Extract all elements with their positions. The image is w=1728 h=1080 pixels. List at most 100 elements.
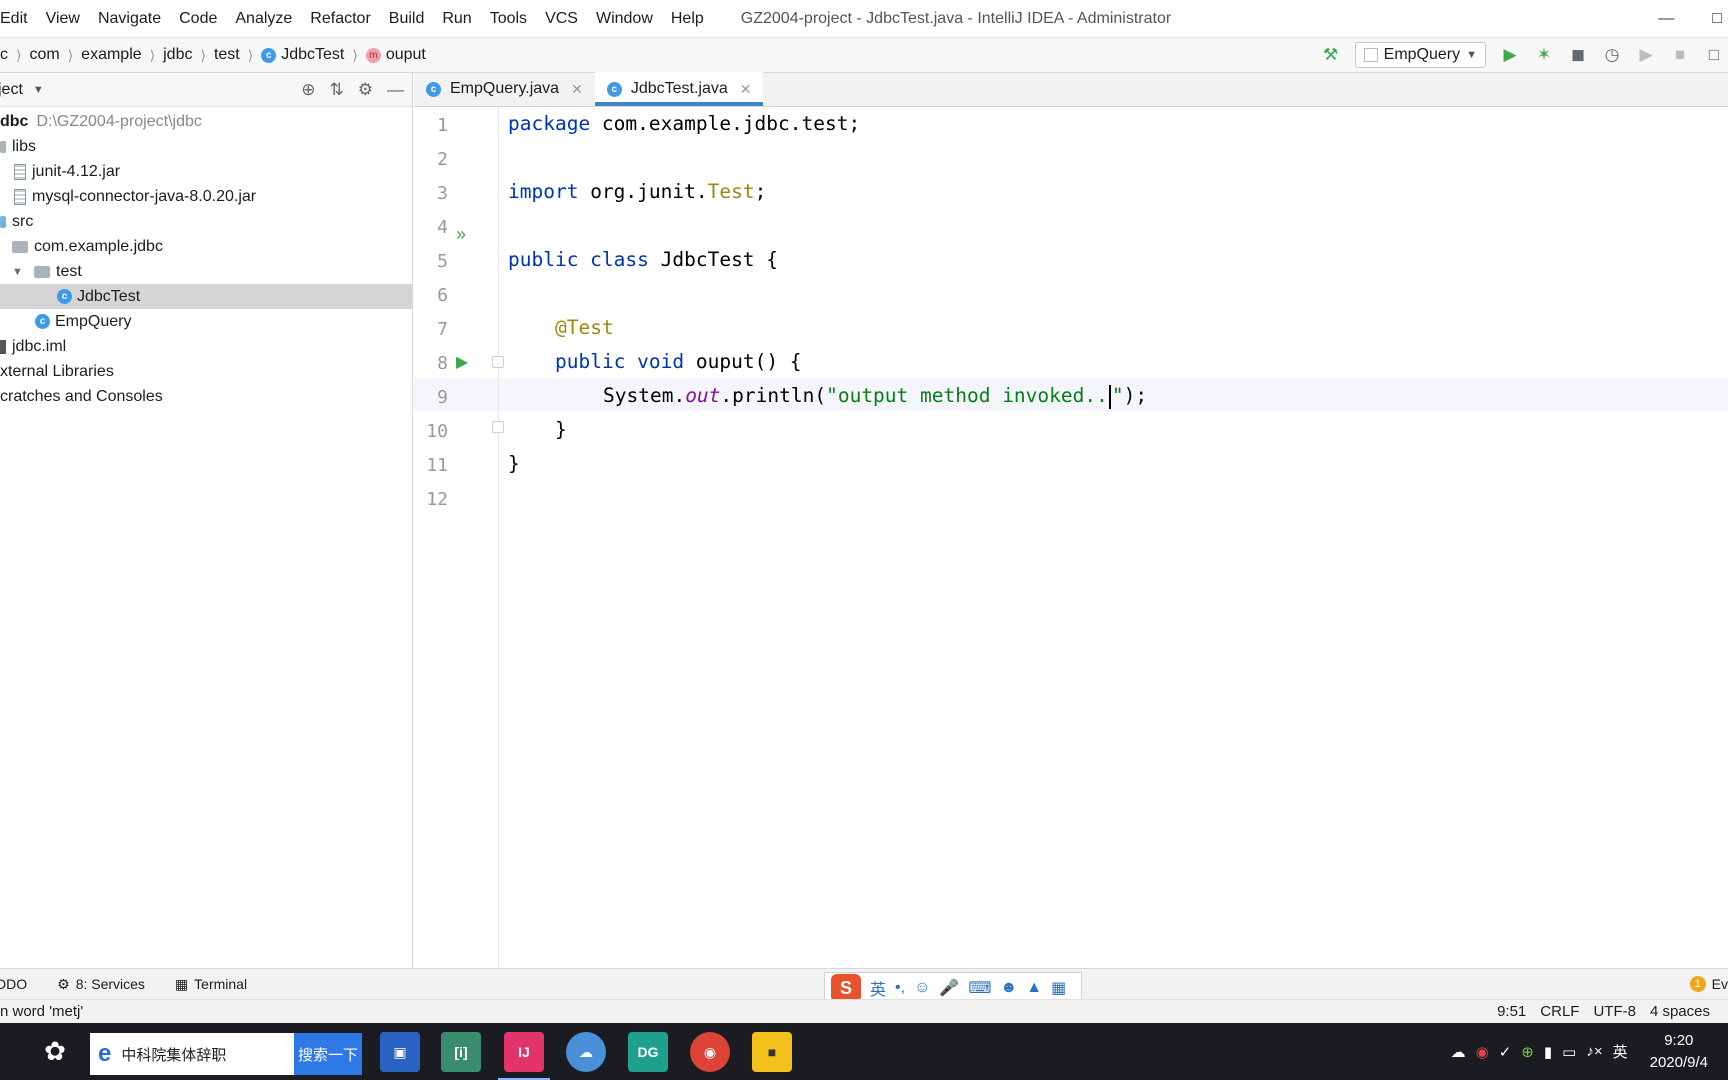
menu-analyze[interactable]: Analyze bbox=[226, 10, 301, 28]
chevron-down-icon[interactable]: ▼ bbox=[33, 84, 44, 96]
indent-setting[interactable]: 4 spaces bbox=[1650, 1003, 1710, 1020]
skin-icon[interactable]: ▲ bbox=[1026, 979, 1042, 997]
resume-icon[interactable]: ▶ bbox=[1636, 45, 1656, 65]
breadcrumb-item[interactable]: example bbox=[81, 46, 141, 64]
tree-item-external-libraries[interactable]: xternal Libraries bbox=[0, 359, 412, 384]
battery-icon[interactable]: ▮ bbox=[1544, 1043, 1552, 1061]
tree-item-package[interactable]: ▼ test bbox=[0, 259, 412, 284]
code-editor[interactable]: package com.example.jdbc.test; import or… bbox=[499, 107, 1728, 968]
tree-item-jar[interactable]: junit-4.12.jar bbox=[0, 159, 412, 184]
run-test-icon[interactable]: ▶ bbox=[456, 352, 468, 372]
services-tool-button[interactable]: ⚙ 8: Services bbox=[57, 976, 145, 993]
tray-app-icon[interactable]: ☁ bbox=[1451, 1043, 1466, 1061]
microphone-icon[interactable]: 🎤 bbox=[939, 978, 959, 998]
tree-item-iml[interactable]: jdbc.iml bbox=[0, 334, 412, 359]
expand-triangle-icon[interactable]: ▼ bbox=[12, 266, 26, 278]
collapse-all-icon[interactable]: ⇅ bbox=[330, 80, 344, 100]
taskbar-app-icon[interactable]: ▣ bbox=[380, 1032, 420, 1072]
minimize-icon[interactable]: — bbox=[1658, 10, 1674, 28]
menu-run[interactable]: Run bbox=[433, 10, 480, 28]
tree-item-package[interactable]: com.example.jdbc bbox=[0, 234, 412, 259]
tree-item-module[interactable]: dbc D:\GZ2004-project\jdbc bbox=[0, 109, 412, 134]
stop-icon[interactable]: ■ bbox=[1670, 45, 1690, 65]
gear-icon[interactable]: ⚙ bbox=[358, 80, 373, 100]
debug-icon[interactable]: ✶ bbox=[1534, 45, 1554, 65]
taskbar-app-icon[interactable]: ☁ bbox=[566, 1032, 606, 1072]
volume-muted-icon[interactable]: ♪× bbox=[1586, 1043, 1602, 1060]
search-button[interactable]: 搜索一下 bbox=[294, 1033, 362, 1075]
menu-edit[interactable]: Edit bbox=[0, 10, 37, 28]
tree-item-src[interactable]: src bbox=[0, 209, 412, 234]
network-icon[interactable]: ▭ bbox=[1562, 1043, 1576, 1061]
menu-help[interactable]: Help bbox=[662, 10, 713, 28]
breadcrumb-item[interactable]: ouput bbox=[386, 46, 426, 64]
maximize-icon[interactable]: □ bbox=[1712, 10, 1722, 28]
taskbar-clock[interactable]: 9:20 2020/9/4 bbox=[1650, 1030, 1708, 1074]
tree-item-class-selected[interactable]: c JdbcTest bbox=[0, 284, 412, 309]
taskbar-search-box[interactable]: e 中科院集体辞职 bbox=[90, 1033, 294, 1075]
breadcrumb-item[interactable]: jdbc bbox=[163, 46, 192, 64]
taskbar-datagrip-icon[interactable]: DG bbox=[628, 1032, 668, 1072]
menu-window[interactable]: Window bbox=[587, 10, 662, 28]
breadcrumb-item[interactable]: test bbox=[214, 46, 240, 64]
taskbar-chrome-icon[interactable]: ◉ bbox=[690, 1032, 730, 1072]
tab-empquery[interactable]: c EmpQuery.java ✕ bbox=[414, 72, 595, 106]
close-icon[interactable]: ✕ bbox=[571, 81, 583, 98]
project-panel: ject ▼ ⊕ ⇅ ⚙ — dbc D:\GZ2004-project\jdb… bbox=[0, 73, 413, 968]
file-encoding[interactable]: UTF-8 bbox=[1593, 1003, 1636, 1020]
menu-build[interactable]: Build bbox=[380, 10, 434, 28]
coverage-icon[interactable]: ◼ bbox=[1568, 45, 1588, 65]
breadcrumb-item[interactable]: c bbox=[0, 46, 8, 64]
toolbox-icon[interactable]: ▦ bbox=[1051, 978, 1066, 998]
package-icon bbox=[12, 240, 28, 253]
chevron-right-icon: ⟩ bbox=[247, 46, 254, 63]
keyboard-icon[interactable]: ⌨ bbox=[968, 978, 991, 998]
menu-vcs[interactable]: VCS bbox=[536, 10, 587, 28]
run-config-select[interactable]: EmpQuery ▼ bbox=[1354, 42, 1486, 68]
build-hammer-icon[interactable]: ⚒ bbox=[1321, 45, 1341, 65]
breadcrumb-item[interactable]: com bbox=[29, 46, 59, 64]
taskbar-intellij-icon[interactable]: IJ bbox=[498, 1032, 550, 1080]
tray-plus-icon[interactable]: ⊕ bbox=[1521, 1043, 1534, 1061]
menu-view[interactable]: View bbox=[37, 10, 89, 28]
event-log-button[interactable]: 1 Ev bbox=[1689, 976, 1728, 992]
ime-language-toggle[interactable]: 英 bbox=[870, 976, 886, 1000]
caret-position[interactable]: 9:51 bbox=[1497, 1003, 1526, 1020]
tree-item-class[interactable]: c EmpQuery bbox=[0, 309, 412, 334]
close-icon[interactable]: ✕ bbox=[740, 81, 752, 98]
run-icon[interactable]: ▶ bbox=[1500, 45, 1520, 65]
tray-app-icon[interactable]: ✓ bbox=[1499, 1043, 1512, 1061]
tab-jdbctest[interactable]: c JdbcTest.java ✕ bbox=[594, 72, 764, 106]
locate-icon[interactable]: ⊕ bbox=[301, 80, 315, 100]
input-language[interactable]: 英 bbox=[1613, 1041, 1628, 1062]
start-button[interactable]: ✿ bbox=[30, 1023, 80, 1080]
emoji-icon[interactable]: ☺ bbox=[914, 979, 930, 997]
project-panel-title[interactable]: ject bbox=[0, 81, 23, 99]
menu-code[interactable]: Code bbox=[170, 10, 226, 28]
project-structure-icon[interactable]: □ bbox=[1704, 45, 1724, 65]
sogou-logo-icon[interactable]: S bbox=[831, 974, 861, 1002]
menu-tools[interactable]: Tools bbox=[481, 10, 536, 28]
line-separator[interactable]: CRLF bbox=[1540, 1003, 1579, 1020]
window-title: GZ2004-project - JdbcTest.java - Intelli… bbox=[740, 9, 1172, 27]
terminal-tool-button[interactable]: ▦ Terminal bbox=[175, 976, 247, 993]
todo-tool-button[interactable]: DDO bbox=[0, 976, 27, 992]
run-class-icon[interactable]: » bbox=[456, 224, 466, 245]
ime-punct-toggle[interactable]: •, bbox=[895, 979, 905, 997]
hide-icon[interactable]: — bbox=[387, 80, 404, 100]
profile-icon[interactable]: ◷ bbox=[1602, 45, 1622, 65]
taskbar-app-icon[interactable]: [i] bbox=[441, 1032, 481, 1072]
code-text: org.junit. bbox=[578, 180, 708, 203]
taskbar-explorer-icon[interactable]: ■ bbox=[752, 1032, 792, 1072]
user-icon[interactable]: ☻ bbox=[1000, 979, 1017, 997]
breadcrumb-item[interactable]: JdbcTest bbox=[281, 46, 344, 64]
menu-navigate[interactable]: Navigate bbox=[89, 10, 170, 28]
menu-refactor[interactable]: Refactor bbox=[301, 10, 379, 28]
line-number: 3 bbox=[437, 183, 448, 204]
tree-item-jar[interactable]: mysql-connector-java-8.0.20.jar bbox=[0, 184, 412, 209]
tree-item-scratches[interactable]: cratches and Consoles bbox=[0, 384, 412, 409]
module-path: D:\GZ2004-project\jdbc bbox=[36, 112, 202, 130]
tree-item-libs[interactable]: libs bbox=[0, 134, 412, 159]
tray-record-icon[interactable]: ◉ bbox=[1476, 1043, 1489, 1061]
clock-time: 9:20 bbox=[1664, 1031, 1694, 1049]
